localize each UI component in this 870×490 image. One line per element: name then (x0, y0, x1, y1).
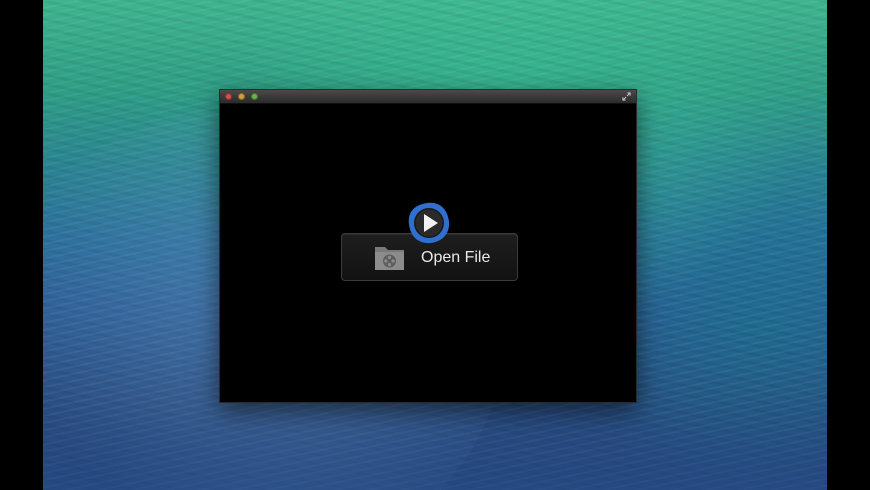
film-folder-icon (375, 247, 404, 270)
minimize-window-button[interactable] (238, 93, 245, 100)
player-window: Open File (219, 89, 637, 403)
title-bar[interactable] (220, 90, 636, 104)
play-logo-icon (408, 202, 450, 244)
open-file-label: Open File (421, 249, 491, 266)
close-window-button[interactable] (225, 93, 232, 100)
wave-shading (43, 400, 827, 490)
zoom-window-button[interactable] (251, 93, 258, 100)
fullscreen-icon[interactable] (622, 92, 631, 101)
